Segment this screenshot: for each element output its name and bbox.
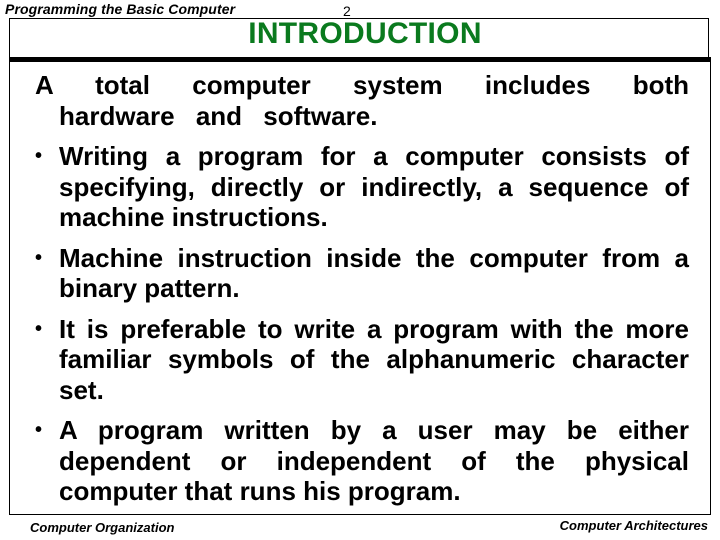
bullet-icon: • xyxy=(35,317,43,340)
slide-body: A total computer system includes both ha… xyxy=(35,70,689,517)
bullet-text: Machine instruction inside the computer … xyxy=(59,242,689,304)
running-header-title: Programming the Basic Computer xyxy=(5,1,236,17)
bullet-icon: • xyxy=(35,246,43,269)
footer-section-name: Computer Architectures xyxy=(559,518,708,533)
bullet-item: • It is preferable to write a program wi… xyxy=(35,314,689,406)
bullet-text: A program written by a user may be eithe… xyxy=(59,415,689,506)
bullet-item: • A program written by a user may be eit… xyxy=(35,415,689,507)
intro-paragraph: A total computer system includes both ha… xyxy=(35,70,689,131)
bullet-text: It is preferable to write a program with… xyxy=(59,313,689,405)
footer-course-name: Computer Organization xyxy=(30,520,175,535)
bullet-icon: • xyxy=(35,419,43,441)
bullet-icon: • xyxy=(35,145,43,167)
bullet-text: Writing a program for a computer consist… xyxy=(59,141,689,232)
bullet-item: • Machine instruction inside the compute… xyxy=(35,243,689,304)
bullet-item: • Writing a program for a computer consi… xyxy=(35,141,689,233)
slide-title: INTRODUCTION xyxy=(248,17,482,50)
